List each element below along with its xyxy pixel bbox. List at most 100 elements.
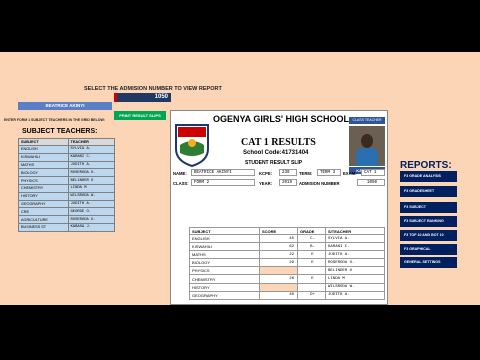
year-label: YEAR: (259, 181, 273, 186)
teacher-row-subject: BUSINESS ST (18, 222, 69, 232)
teacher-row-teacher[interactable]: KABASA J. (67, 222, 116, 232)
teacher-row-teacher[interactable]: ROSERODA O. (67, 168, 116, 178)
result-row: KISWAHILI 62 B- KARANI C. (189, 242, 385, 252)
result-row: ENGLISH 45 C- SYLVIA A. (189, 233, 385, 244)
teacher-row-teacher[interactable]: KARANI C. (67, 152, 116, 162)
res-col-grade: GRADE (297, 227, 326, 235)
teacher-row-teacher[interactable]: JUDITH A. (67, 199, 116, 209)
term-label: TERM: (299, 171, 313, 176)
result-grade: B- (297, 242, 326, 252)
report-button[interactable]: F3 GRADE ANALYSIS (400, 171, 457, 182)
result-grade: E (297, 250, 326, 260)
student-photo (349, 126, 385, 166)
teacher-row-teacher[interactable]: JUDITH A. (67, 160, 116, 170)
teacher-row: HISTORY WILSRODA W. (18, 191, 116, 201)
result-row: PHYSICS BELINDER O (189, 266, 385, 276)
col-subject: SUBJECT (18, 138, 69, 146)
name-label: NAME: (173, 171, 187, 176)
result-subject: MATHS (189, 250, 260, 260)
result-subject: BIOLOGY (189, 258, 260, 268)
teacher-row-teacher[interactable]: ROSERODA O. (67, 215, 116, 224)
report-button[interactable]: F3 GRADESHEET (400, 186, 457, 197)
teacher-row: GEOGRAPHY JUDITH A. (18, 199, 116, 209)
spreadsheet-area: SELECT THE ADMISION NUMBER TO VIEW REPOR… (0, 52, 480, 305)
print-result-slips-button[interactable]: PRINT RESULT SLIPS (114, 111, 166, 120)
result-grade: E (297, 274, 326, 284)
result-subject: KISWAHILI (189, 242, 260, 252)
report-button[interactable]: F3 TOP 10 AND BOT 10 (400, 230, 457, 241)
teacher-row-subject: CHEMISTRY (18, 183, 69, 193)
result-score: 22 (259, 250, 298, 260)
enter-teachers-label: ENTER FORM 1 SUBJECT TEACHERS IN THE GRI… (4, 118, 105, 122)
subject-teachers-table: SUBJECT TEACHER ENGLISH SYLVIA A. KISWAHIL… (18, 138, 116, 232)
teacher-row-subject: GEOGRAPHY (18, 199, 69, 209)
report-button[interactable]: GENERAL SETTINGS (400, 257, 457, 268)
teacher-row: MATHS JUDITH A. (18, 160, 116, 170)
result-grade (297, 266, 326, 276)
teacher-row-subject: PHYSICS (18, 176, 69, 185)
result-teacher: KARANI C. (325, 242, 385, 252)
teacher-row-teacher[interactable]: WILSRODA W. (67, 191, 116, 201)
teacher-row-subject: MATHS (18, 160, 69, 170)
res-col-teacher: S/TEACHER (325, 227, 385, 235)
teacher-row-teacher[interactable]: GEORGE O. (67, 207, 116, 217)
report-button[interactable]: F3 GRAPHICAL (400, 244, 457, 255)
result-teacher: ROSERODA O. (325, 258, 385, 268)
result-score: 62 (259, 242, 298, 252)
result-subject: PHYSICS (189, 266, 260, 276)
teacher-row-teacher[interactable]: LINDA M (67, 183, 116, 193)
teacher-row: KISWAHILI KARANI C. (18, 152, 116, 162)
exam-label: EXAM: (343, 171, 357, 176)
year-value: 2019 (279, 179, 297, 186)
results-table: SUBJECT SCORE GRADE S/TEACHER ENGLISH 45 C… (189, 227, 385, 300)
teacher-row-subject: KISWAHILI (18, 152, 69, 162)
result-score (259, 282, 298, 292)
slip-label: STUDENT RESULT SLIP (245, 160, 303, 166)
result-score (259, 266, 298, 276)
teacher-row-teacher[interactable]: BELINDER O (67, 176, 116, 185)
school-logo-icon (175, 124, 209, 167)
result-row: MATHS 22 E JUDITH A. (189, 250, 385, 260)
teacher-row: BIOLOGY ROSERODA O. (18, 168, 116, 178)
adm-label: ADMISION NUMBER (299, 181, 340, 186)
result-score: 40 (259, 290, 298, 300)
school-code: School Code:41731404 (243, 150, 309, 156)
teacher-row-subject: CRE (18, 207, 69, 217)
class-label: CLASS: (173, 181, 189, 186)
exam-value: CAT 1 (361, 169, 385, 176)
teacher-row: BUSINESS ST KABASA J. (18, 222, 116, 232)
teacher-row: PHYSICS BELINDER O (18, 176, 116, 185)
student-name-display: BEATRICE AKINYI (18, 102, 112, 110)
report-button[interactable]: F3 SUBJECT (400, 202, 457, 213)
adm-value: 1050 (357, 179, 385, 186)
class-teacher-tag: CLASS TEACHER (349, 117, 385, 124)
exam-title: CAT 1 RESULTS (241, 137, 316, 148)
teacher-row-subject: AGRICULTURE (18, 215, 69, 224)
teacher-row-teacher[interactable]: SYLVIA A. (67, 145, 116, 154)
result-subject: ENGLISH (189, 233, 260, 244)
teacher-row-subject: ENGLISH (18, 145, 69, 154)
result-teacher: JUDITH A. (325, 250, 385, 260)
report-button[interactable]: F3 SUBJECT RANKING (400, 216, 457, 227)
result-teacher: BELINDER O (325, 266, 385, 276)
kcpe-value: 239 (279, 169, 297, 176)
result-score: 26 (259, 274, 298, 284)
res-col-score: SCORE (259, 227, 298, 235)
school-name: OGENYA GIRLS' HIGH SCHOOL (213, 114, 349, 124)
result-grade (297, 282, 326, 292)
result-grade: E (297, 258, 326, 268)
teacher-row: CHEMISTRY LINDA M (18, 183, 116, 193)
result-teacher: JUDITH A. (325, 290, 385, 300)
admission-number-input[interactable]: 1050 (114, 93, 171, 102)
teacher-row: ENGLISH SYLVIA A. (18, 145, 116, 154)
result-teacher: SYLVIA A. (325, 233, 385, 244)
result-row: GEOGRAPHY 40 D+ JUDITH A. (189, 290, 385, 300)
class-value: FORM 2 (191, 179, 255, 186)
result-subject: CHEMISTRY (189, 274, 260, 284)
reports-title: REPORTS: (400, 160, 452, 171)
result-subject: HISTORY (189, 282, 260, 292)
result-row: CHEMISTRY 26 E LINDA M (189, 274, 385, 284)
result-row: HISTORY WILSRODA W. (189, 282, 385, 292)
name-value: BEATRICE AKINYI (191, 169, 255, 176)
result-teacher: LINDA M (325, 274, 385, 284)
